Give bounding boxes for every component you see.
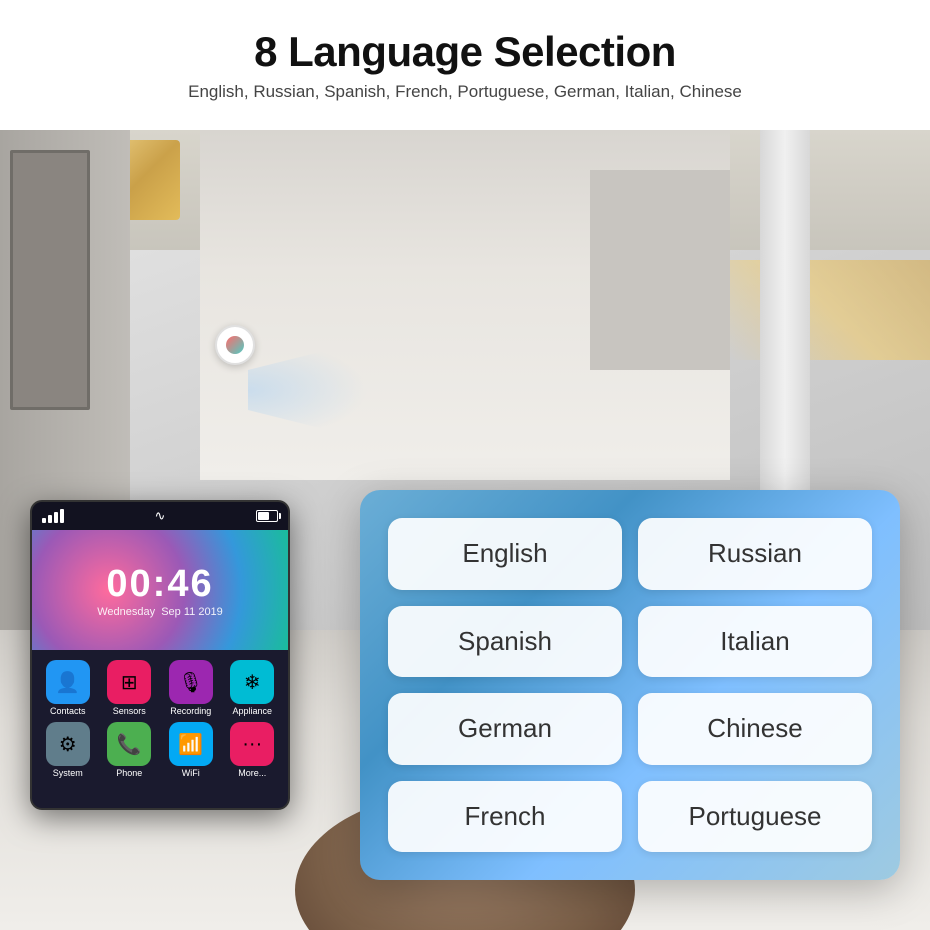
page-header: 8 Language Selection English, Russian, S… [0, 0, 930, 116]
phone-date: Wednesday Sep 11 2019 [97, 606, 223, 618]
app-icon-bg: ⚙ [46, 722, 90, 766]
lang-btn-portuguese[interactable]: Portuguese [638, 781, 872, 853]
app-grid: 👤 Contacts ⊞ Sensors 🎙 Recording ❄ Appli… [32, 650, 288, 788]
lang-btn-german[interactable]: German [388, 693, 622, 765]
battery-tip [279, 513, 281, 519]
app-icon-bg: ❄ [230, 660, 274, 704]
app-label: More... [238, 768, 266, 778]
app-icon-bg: 🎙 [169, 660, 213, 704]
app-icon-system[interactable]: ⚙ System [40, 722, 96, 778]
app-label: Phone [116, 768, 142, 778]
subtitle: English, Russian, Spanish, French, Portu… [20, 82, 910, 102]
app-icon-wifi[interactable]: 📶 WiFi [163, 722, 219, 778]
app-label: Sensors [113, 706, 146, 716]
smart-device [215, 325, 255, 365]
app-icon-sensors[interactable]: ⊞ Sensors [102, 660, 158, 716]
door [10, 150, 90, 410]
app-icon-phone[interactable]: 📞 Phone [102, 722, 158, 778]
app-label: Recording [170, 706, 211, 716]
lang-btn-chinese[interactable]: Chinese [638, 693, 872, 765]
app-icon-bg: 👤 [46, 660, 90, 704]
app-label: WiFi [182, 768, 200, 778]
lang-btn-english[interactable]: English [388, 518, 622, 590]
app-icon-bg: 📶 [169, 722, 213, 766]
app-label: Appliance [232, 706, 272, 716]
lang-btn-italian[interactable]: Italian [638, 606, 872, 678]
lang-btn-spanish[interactable]: Spanish [388, 606, 622, 678]
app-icon-bg: 📞 [107, 722, 151, 766]
app-icon-more[interactable]: ··· More... [225, 722, 281, 778]
app-icon-bg: ··· [230, 722, 274, 766]
app-icon-recording[interactable]: 🎙 Recording [163, 660, 219, 716]
signal-icon [42, 509, 64, 523]
wifi-icon: ∿ [155, 508, 166, 524]
app-icon-appliance[interactable]: ❄ Appliance [225, 660, 281, 716]
smart-device-indicator [226, 336, 244, 354]
lang-btn-russian[interactable]: Russian [638, 518, 872, 590]
battery-fill [258, 512, 269, 520]
lang-btn-french[interactable]: French [388, 781, 622, 853]
phone-time: 00:46 [106, 563, 213, 606]
app-icon-contacts[interactable]: 👤 Contacts [40, 660, 96, 716]
language-panel: EnglishRussianSpanishItalianGermanChines… [360, 490, 900, 880]
app-label: Contacts [50, 706, 86, 716]
app-label: System [53, 768, 83, 778]
phone-status-bar: ∿ [32, 502, 288, 530]
phone-device: ∿ 00:46 Wednesday Sep 11 2019 👤 Contacts… [30, 500, 290, 810]
phone-wallpaper: 00:46 Wednesday Sep 11 2019 [32, 530, 288, 650]
background-scene: ∿ 00:46 Wednesday Sep 11 2019 👤 Contacts… [0, 130, 930, 930]
battery-icon [256, 510, 278, 522]
shelving-unit [590, 170, 730, 370]
page-title: 8 Language Selection [20, 28, 910, 76]
app-icon-bg: ⊞ [107, 660, 151, 704]
